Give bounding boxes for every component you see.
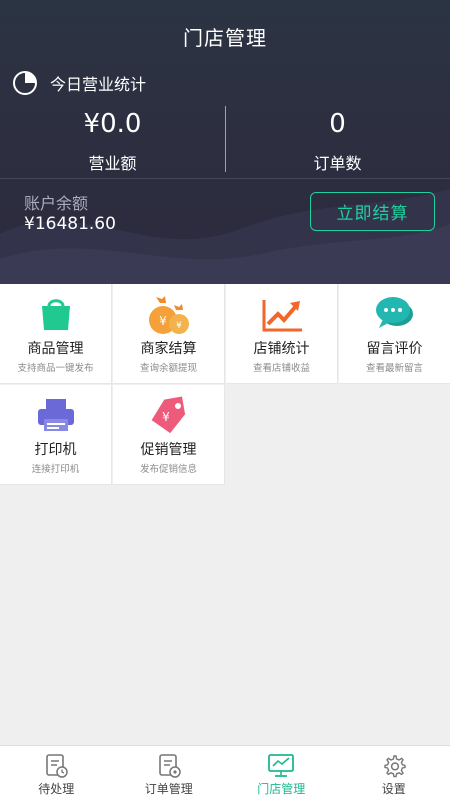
svg-text:¥: ¥ [176, 321, 182, 331]
settle-now-button[interactable]: 立即结算 [310, 192, 435, 231]
grid-item-comments-reviews[interactable]: 留言评价 查看最新留言 [339, 284, 450, 384]
order-doc-icon [158, 754, 181, 778]
grid-item-title: 留言评价 [366, 341, 423, 357]
grid-item-title: 促销管理 [140, 442, 197, 458]
gear-icon [384, 755, 406, 778]
grid-item-subtitle: 发布促销信息 [139, 464, 197, 475]
grid-item-subtitle: 连接打印机 [31, 464, 80, 475]
orders-value: 0 [329, 109, 346, 139]
money-bag-icon: ¥ ¥ [148, 296, 189, 334]
today-stats-label: 今日营业统计 [50, 75, 147, 94]
revenue-stat: ¥0.0 营业额 [0, 108, 225, 174]
tab-order-management[interactable]: 订单管理 [113, 746, 226, 800]
pie-chart-icon [13, 71, 37, 95]
grid-item-store-statistics[interactable]: 店铺统计 查看店铺收益 [226, 284, 338, 384]
svg-text:¥: ¥ [162, 410, 170, 424]
grid-item-title: 店铺统计 [253, 341, 310, 357]
grid-item-product-management[interactable]: 商品管理 支持商品一键发布 [0, 284, 112, 384]
orders-stat: 0 订单数 [225, 108, 450, 174]
page-title: 门店管理 [183, 26, 267, 50]
price-tag-icon: ¥ [151, 396, 185, 434]
pending-doc-icon [46, 754, 68, 778]
grid-item-title: 商品管理 [27, 341, 84, 357]
svg-text:¥: ¥ [159, 314, 167, 328]
tab-label: 门店管理 [257, 782, 306, 796]
tab-label: 订单管理 [144, 782, 193, 796]
grid-item-subtitle: 查看店铺收益 [252, 363, 310, 374]
tab-store-management[interactable]: 门店管理 [225, 746, 338, 800]
grid-item-title: 商家结算 [140, 341, 197, 357]
tab-pending[interactable]: 待处理 [0, 746, 113, 800]
shopping-bag-icon [41, 299, 70, 330]
balance-label: 账户余额 [24, 194, 89, 213]
grid-item-promotion-management[interactable]: ¥ 促销管理 发布促销信息 [113, 385, 225, 485]
revenue-label: 营业额 [88, 154, 137, 173]
tab-label: 待处理 [38, 782, 75, 796]
balance-value: ¥16481.60 [24, 214, 116, 234]
grid-item-subtitle: 查询余额提现 [139, 363, 197, 374]
grid-item-printer[interactable]: 打印机 连接打印机 [0, 385, 112, 485]
printer-icon [37, 399, 74, 431]
tab-label: 设置 [381, 782, 406, 796]
today-stats-header: 今日营业统计 [12, 70, 146, 96]
store-header-panel: 门店管理 今日营业统计 ¥0.0 营业额 0 订单数 账户余额 ¥16481.6… [0, 0, 450, 284]
trend-chart-icon [262, 300, 302, 332]
grid-item-subtitle: 查看最新留言 [365, 363, 423, 374]
revenue-value: ¥0.0 [83, 109, 142, 139]
chat-bubbles-icon [375, 297, 413, 328]
grid-item-merchant-settlement[interactable]: ¥ ¥ 商家结算 查询余额提现 [113, 284, 225, 384]
grid-item-title: 打印机 [34, 442, 77, 458]
bottom-tab-bar: 待处理 订单管理 门店管理 设置 [0, 745, 450, 800]
tab-settings[interactable]: 设置 [338, 746, 450, 800]
grid-item-subtitle: 支持商品一键发布 [17, 363, 94, 374]
store-monitor-icon [268, 754, 295, 777]
section-divider [0, 178, 450, 179]
orders-label: 订单数 [313, 154, 362, 173]
